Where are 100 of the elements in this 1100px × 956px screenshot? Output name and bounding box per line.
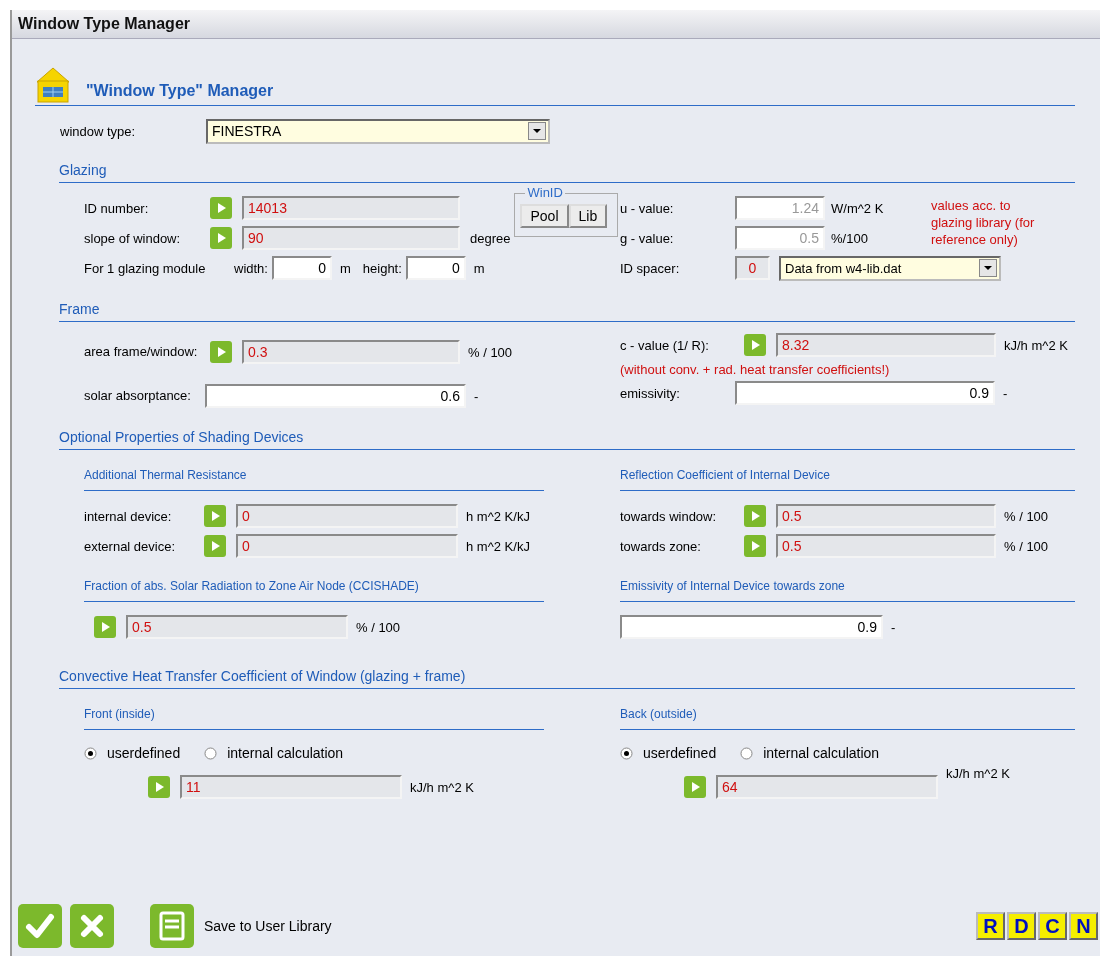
subsection-heading: Additional Thermal Resistance: [84, 468, 248, 484]
radio-label: userdefined: [107, 745, 181, 761]
play-button[interactable]: [204, 505, 226, 527]
field-label: height:: [362, 260, 402, 276]
radio-button[interactable]: [204, 746, 218, 760]
radio-button[interactable]: [84, 746, 97, 760]
unit-label: kJ/h m^2 K: [1004, 337, 1068, 353]
input-field[interactable]: 0.3: [242, 340, 460, 364]
unit-label: % / 100: [356, 619, 401, 635]
unit-label: %/100: [831, 230, 869, 246]
field-label: slope of window:: [84, 230, 182, 246]
play-button[interactable]: [210, 227, 232, 249]
unit-label: degree: [470, 230, 511, 246]
unit-label: % / 100: [1004, 508, 1049, 524]
input-field[interactable]: 0.9: [735, 381, 995, 405]
input-field[interactable]: 0: [735, 256, 770, 280]
input-field[interactable]: 0.5: [126, 615, 348, 639]
unit-label: -: [474, 388, 479, 404]
input-field[interactable]: 8.32: [776, 333, 996, 357]
input-field[interactable]: 64: [716, 775, 938, 799]
field-label: width:: [234, 260, 268, 276]
play-button[interactable]: [744, 334, 766, 356]
view-button[interactable]: C: [1038, 912, 1067, 940]
field-label: For 1 glazing module: [84, 260, 207, 276]
unit-label: W/m^2 K: [831, 200, 885, 216]
section-heading: Optional Properties of Shading Devices: [59, 429, 304, 447]
input-field[interactable]: 0.5: [776, 504, 996, 528]
field-label: ID spacer:: [620, 260, 681, 276]
dropdown[interactable]: FINESTRA: [206, 118, 550, 144]
window-title: Window Type Manager: [18, 15, 190, 33]
play-button[interactable]: [210, 341, 232, 363]
dropdown[interactable]: Data from w4-lib.dat: [779, 255, 1001, 281]
subsection-heading: Back (outside): [620, 707, 698, 723]
field-label: c - value (1/ R):: [620, 337, 710, 353]
group-label: WinID: [525, 185, 565, 200]
section-heading: Convective Heat Transfer Coefficient of Window (glazing + frame): [59, 668, 466, 686]
play-button[interactable]: [684, 776, 706, 798]
field-label: towards window:: [620, 508, 718, 524]
unit-label: h m^2 K/kJ: [466, 508, 530, 524]
unit-label: kJ/h m^2 K: [410, 779, 474, 795]
radio-label: userdefined: [643, 745, 717, 761]
field-label: area frame/window:: [84, 344, 199, 360]
section-heading: Frame: [59, 301, 100, 319]
play-button[interactable]: [94, 616, 116, 638]
input-field[interactable]: 90: [242, 226, 460, 250]
input-field[interactable]: 0: [236, 504, 458, 528]
play-button[interactable]: [210, 197, 232, 219]
unit-label: -: [891, 619, 896, 635]
library-button[interactable]: Pool: [520, 204, 569, 228]
section-heading: Glazing: [59, 162, 107, 180]
subsection-heading: Fraction of abs. Solar Radiation to Zone Air Node (CCISHADE): [84, 579, 420, 595]
unit-label: m: [473, 260, 485, 276]
view-button[interactable]: D: [1007, 912, 1036, 940]
subsection-heading: Emissivity of Internal Device towards zone: [620, 579, 846, 595]
input-field[interactable]: 0.9: [620, 615, 883, 639]
radio-button[interactable]: [740, 746, 754, 760]
unit-label: % / 100: [468, 344, 513, 360]
house-icon: [36, 67, 70, 103]
view-button[interactable]: N: [1069, 912, 1098, 940]
note-text: values acc. to glazing library (for reference only): [931, 197, 1036, 248]
radio-button[interactable]: [620, 746, 633, 760]
play-button[interactable]: [744, 535, 766, 557]
input-field[interactable]: 0.5: [735, 226, 825, 250]
play-button[interactable]: [204, 535, 226, 557]
save-button[interactable]: [150, 904, 194, 948]
field-label: solar absorptance:: [84, 388, 192, 404]
play-button[interactable]: [148, 776, 170, 798]
input-field[interactable]: 0.5: [776, 534, 996, 558]
subsection-heading: Front (inside): [84, 707, 156, 723]
field-label: internal device:: [84, 508, 173, 524]
unit-label: -: [1003, 385, 1008, 401]
unit-label: m: [339, 260, 351, 276]
play-button[interactable]: [744, 505, 766, 527]
input-field[interactable]: 0.6: [205, 384, 466, 408]
input-field[interactable]: 1.24: [735, 196, 825, 220]
input-field[interactable]: 14013: [242, 196, 460, 220]
field-label: u - value:: [620, 200, 675, 216]
input-field[interactable]: 0: [405, 256, 466, 280]
unit-label: % / 100: [1004, 538, 1049, 554]
field-label: emissivity:: [620, 385, 681, 401]
dialog-title: "Window Type" Manager: [86, 82, 274, 100]
subsection-heading: Reflection Coefficient of Internal Device: [620, 468, 831, 484]
input-field[interactable]: 0: [271, 256, 332, 280]
field-label: towards zone:: [620, 538, 702, 554]
radio-label: internal calculation: [227, 745, 344, 761]
field-label: external device:: [84, 538, 177, 554]
field-label: g - value:: [620, 230, 675, 246]
field-label: window type:: [60, 123, 137, 139]
field-label: ID number:: [84, 200, 150, 216]
library-button[interactable]: Lib: [568, 204, 608, 228]
note-text: (without conv. + rad. heat transfer coefficients!): [620, 361, 890, 377]
cancel-button[interactable]: [70, 904, 114, 948]
ok-button[interactable]: [18, 904, 62, 948]
unit-label: kJ/h m^2 K: [946, 766, 1010, 781]
input-field[interactable]: 11: [180, 775, 402, 799]
save-label: Save to User Library: [204, 918, 332, 934]
radio-label: internal calculation: [763, 745, 880, 761]
input-field[interactable]: 0: [236, 534, 458, 558]
view-button[interactable]: R: [976, 912, 1005, 940]
unit-label: h m^2 K/kJ: [466, 538, 530, 554]
